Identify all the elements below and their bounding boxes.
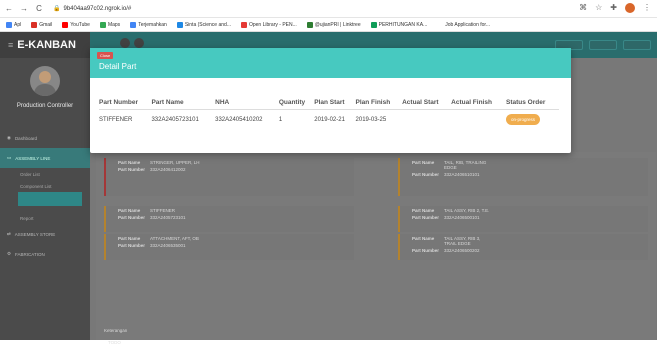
bookmark-icon bbox=[6, 21, 12, 28]
table-row: STIFFENER 332A2405723101 332A2405410202 … bbox=[99, 110, 559, 130]
bookmark-icon bbox=[306, 21, 313, 28]
close-button[interactable]: Close bbox=[97, 52, 114, 59]
column-header: Part Number bbox=[99, 98, 152, 110]
bookmark-icon bbox=[62, 21, 69, 28]
bookmark-icon bbox=[176, 21, 183, 28]
forward-button[interactable]: → bbox=[18, 4, 30, 13]
url-text: 9b404aa97c02.ngrok.io/# bbox=[63, 5, 132, 12]
reload-button[interactable]: C bbox=[33, 4, 45, 13]
column-header: Quantity bbox=[278, 98, 315, 110]
column-header: Actual Finish bbox=[451, 98, 506, 110]
bookmark-item[interactable]: Apl bbox=[6, 21, 21, 28]
star-icon[interactable]: ☆ bbox=[595, 3, 602, 13]
column-header: NHA bbox=[215, 98, 279, 110]
bookmark-icon bbox=[99, 21, 106, 28]
cell-plan-start: 2019-02-21 bbox=[314, 116, 345, 123]
bookmark-item[interactable]: @ujianPRI | Linktree bbox=[306, 21, 361, 28]
bookmark-item[interactable]: Maps bbox=[99, 21, 120, 28]
bookmark-item[interactable]: YouTube bbox=[62, 21, 90, 28]
bookmark-item[interactable]: Terjemahkan bbox=[130, 21, 167, 28]
column-header: Status Order bbox=[505, 98, 559, 110]
bookmark-item[interactable]: Sinta (Science and... bbox=[176, 21, 231, 28]
bookmark-item[interactable]: Open Library - PEN... bbox=[240, 21, 297, 28]
translate-icon[interactable]: ⌘ bbox=[579, 3, 587, 13]
cell-actual-finish bbox=[451, 110, 506, 130]
cell-quantity: 1 bbox=[278, 116, 283, 123]
detail-part-modal: Close Detail Part Part Number Part Name NH… bbox=[90, 48, 571, 153]
bookmark-item[interactable]: Job Application for... bbox=[437, 21, 490, 28]
bookmark-item[interactable]: Gmail bbox=[31, 21, 52, 28]
bookmark-icon bbox=[130, 21, 137, 28]
cell-plan-finish: 2019-03-25 bbox=[355, 116, 387, 123]
back-button[interactable]: ← bbox=[3, 4, 15, 13]
detail-table: Part Number Part Name NHA Quantity Plan Star… bbox=[99, 98, 559, 129]
bookmark-icon bbox=[370, 21, 377, 28]
keterangan-value: TODO bbox=[108, 340, 121, 345]
bookmarks-bar: Apl Gmail YouTube Maps Terjemahkan Sinta (Sci… bbox=[0, 18, 657, 32]
cell-status: on-progress bbox=[505, 110, 559, 130]
column-header: Plan Start bbox=[314, 98, 356, 110]
browser-actions: ⌘ ☆ ✚ ⋮ bbox=[579, 3, 651, 13]
bookmark-icon bbox=[437, 21, 444, 28]
column-header: Part Name bbox=[151, 98, 216, 110]
modal-title: Detail Part bbox=[99, 62, 137, 71]
cell-actual-start bbox=[402, 110, 451, 130]
lock-icon: 🔒 bbox=[53, 6, 61, 12]
cell-part-name: 332A2405723101 bbox=[151, 116, 199, 123]
menu-icon[interactable]: ⋮ bbox=[643, 3, 651, 13]
column-header: Actual Start bbox=[402, 98, 452, 110]
status-badge: on-progress bbox=[505, 114, 540, 125]
cell-nha: 332A2405410202 bbox=[215, 116, 263, 123]
extensions-icon[interactable]: ✚ bbox=[610, 3, 617, 13]
bookmark-icon bbox=[240, 21, 247, 28]
modal-header: Close Detail Part bbox=[90, 48, 571, 78]
bookmark-item[interactable]: PERHITUNGAN KA... bbox=[370, 21, 427, 28]
bookmark-icon bbox=[31, 21, 38, 28]
browser-toolbar: ← → C 🔒 9b404aa97c02.ngrok.io/# ⌘ ☆ ✚ ⋮ bbox=[0, 0, 657, 18]
address-bar[interactable]: 🔒 9b404aa97c02.ngrok.io/# bbox=[53, 5, 132, 13]
column-header: Plan Finish bbox=[355, 98, 403, 110]
profile-avatar[interactable] bbox=[625, 3, 635, 13]
cell-part-number: STIFFENER bbox=[99, 116, 133, 123]
